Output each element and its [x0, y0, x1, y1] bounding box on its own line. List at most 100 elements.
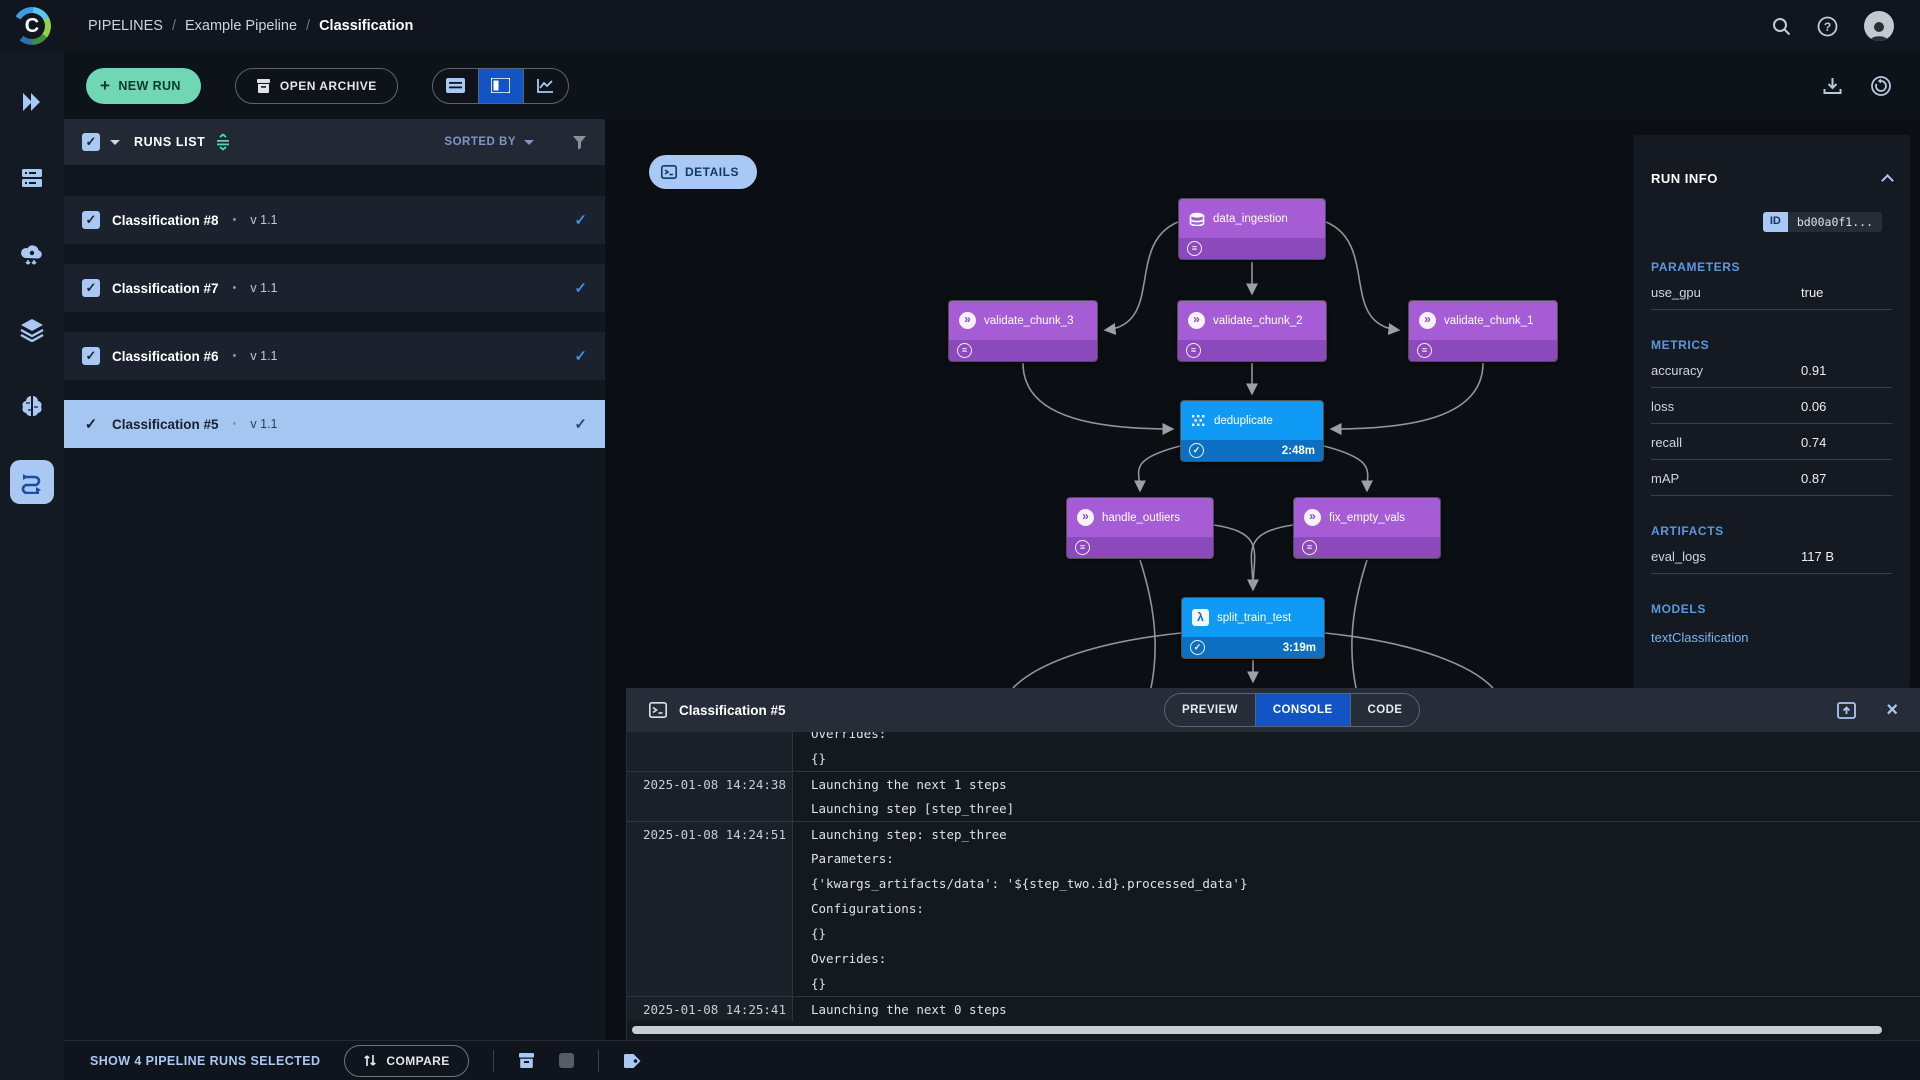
run-name: Classification #6 [112, 349, 219, 364]
log-row: 2025-01-08 14:24:38Launching the next 1 … [627, 771, 1920, 796]
run-row-classification-8[interactable]: ✓ Classification #8 • v 1.1 ✓ [64, 196, 605, 244]
filter-icon[interactable] [572, 135, 587, 150]
tab-code[interactable]: CODE [1350, 694, 1420, 726]
search-icon[interactable] [1772, 17, 1791, 36]
log-row: 2025-01-08 14:25:41Launching the next 0 … [627, 996, 1920, 1021]
tab-console[interactable]: CONSOLE [1255, 694, 1350, 726]
auto-refresh-icon[interactable] [1870, 75, 1892, 97]
split-view-toggle[interactable] [478, 69, 523, 103]
console-header: Classification #5 PREVIEW CONSOLE CODE × [627, 688, 1920, 732]
node-label: deduplicate [1214, 415, 1273, 427]
metrics-view-toggle[interactable] [523, 69, 568, 103]
clearml-logo-icon: C [13, 7, 51, 45]
queued-status-icon: ≡ [1302, 540, 1317, 555]
collapse-panel-icon[interactable] [1881, 174, 1894, 187]
param-value: true [1801, 285, 1823, 300]
log-row: Launching step [step_three] [627, 796, 1920, 821]
run-status-check-icon: ✓ [574, 279, 587, 297]
lambda-function-icon: λ [1192, 609, 1209, 626]
nav-projects-icon[interactable] [10, 80, 54, 124]
nav-models-icon[interactable] [10, 384, 54, 428]
run-selected-check-icon[interactable]: ✓ [82, 415, 100, 433]
user-avatar[interactable] [1864, 11, 1894, 41]
open-archive-button[interactable]: OPEN ARCHIVE [235, 68, 398, 104]
sorted-by-caret-icon [524, 140, 534, 145]
select-all-caret-icon[interactable] [110, 140, 120, 145]
dag-node-validate-chunk-3[interactable]: »validate_chunk_3 ≡ [948, 300, 1098, 362]
run-row-classification-7[interactable]: ✓ Classification #7 • v 1.1 ✓ [64, 264, 605, 312]
svg-text:?: ? [1824, 20, 1831, 34]
selection-footer: SHOW 4 PIPELINE RUNS SELECTED COMPARE [64, 1040, 1920, 1080]
completed-status-icon: ✓ [1190, 640, 1205, 655]
runs-list-header: ✓ RUNS LIST SORTED BY [64, 119, 605, 165]
bullet-separator: • [233, 418, 237, 430]
node-label: validate_chunk_2 [1213, 315, 1303, 327]
abort-selected-icon [559, 1053, 574, 1068]
archive-selected-icon[interactable] [518, 1052, 535, 1069]
table-view-toggle[interactable] [433, 69, 478, 103]
console-log-area[interactable]: Overrides: {} 2025-01-08 14:24:38Launchi… [627, 732, 1920, 1022]
left-nav [0, 52, 64, 1080]
selection-summary[interactable]: SHOW 4 PIPELINE RUNS SELECTED [90, 1054, 320, 1068]
artifact-row: eval_logs 117 B [1651, 538, 1892, 574]
nav-workers-queues-icon[interactable] [10, 156, 54, 200]
metric-row: loss 0.06 [1651, 388, 1892, 424]
chevron-circle-icon: » [1188, 312, 1205, 329]
split-view-icon [491, 78, 510, 93]
metric-value: 0.74 [1801, 435, 1826, 450]
console-panel: Classification #5 PREVIEW CONSOLE CODE ×… [626, 688, 1920, 1040]
dag-node-fix-empty-vals[interactable]: »fix_empty_vals ≡ [1293, 497, 1441, 559]
queued-status-icon: ≡ [957, 343, 972, 358]
help-icon[interactable]: ? [1817, 16, 1838, 37]
run-id-value[interactable]: bd00a0f1... [1788, 212, 1882, 232]
metric-row: accuracy 0.91 [1651, 352, 1892, 388]
compare-button[interactable]: COMPARE [344, 1045, 468, 1077]
run-checkbox[interactable]: ✓ [82, 279, 100, 297]
dag-node-validate-chunk-1[interactable]: »validate_chunk_1 ≡ [1408, 300, 1558, 362]
breadcrumb-pipelines[interactable]: PIPELINES [88, 18, 163, 34]
nav-pipelines-icon[interactable] [10, 460, 54, 504]
dag-node-handle-outliers[interactable]: »handle_outliers ≡ [1066, 497, 1214, 559]
run-name: Classification #8 [112, 213, 219, 228]
metrics-view-icon [536, 78, 555, 94]
tag-icon[interactable] [623, 1053, 642, 1069]
run-name: Classification #5 [112, 417, 219, 432]
dag-node-data-ingestion[interactable]: data_ingestion ≡ [1178, 198, 1326, 260]
log-row: Configurations: [627, 896, 1920, 921]
log-row: Overrides: [627, 732, 1920, 746]
runs-list-panel: ✓ RUNS LIST SORTED BY ✓ Classification #… [64, 119, 605, 1040]
clearml-logo[interactable]: C [0, 0, 64, 52]
dag-node-split-train-test[interactable]: λsplit_train_test ✓3:19m [1181, 597, 1325, 659]
horizontal-scrollbar[interactable] [632, 1026, 1882, 1034]
resize-panel-icon[interactable] [215, 133, 231, 151]
artifact-key: eval_logs [1651, 549, 1801, 564]
divider [493, 1050, 494, 1072]
dag-node-validate-chunk-2[interactable]: »validate_chunk_2 ≡ [1177, 300, 1327, 362]
close-icon[interactable]: × [1886, 700, 1898, 720]
nav-datasets-icon[interactable] [10, 308, 54, 352]
model-link[interactable]: textClassification [1651, 630, 1892, 645]
metric-row: mAP 0.87 [1651, 460, 1892, 496]
metric-key: loss [1651, 399, 1801, 414]
run-row-classification-6[interactable]: ✓ Classification #6 • v 1.1 ✓ [64, 332, 605, 380]
run-checkbox[interactable]: ✓ [82, 211, 100, 229]
runs-list-title: RUNS LIST [134, 135, 205, 149]
download-icon[interactable] [1823, 77, 1842, 95]
run-checkbox[interactable]: ✓ [82, 347, 100, 365]
select-all-checkbox[interactable]: ✓ [82, 133, 100, 151]
dag-node-deduplicate[interactable]: deduplicate ✓2:48m [1180, 400, 1324, 462]
log-row: {'kwargs_artifacts/data': '${step_two.id… [627, 871, 1920, 896]
pipeline-toolbar: + NEW RUN OPEN ARCHIVE [64, 52, 1920, 119]
completed-status-icon: ✓ [1189, 443, 1204, 458]
metrics-section-title: METRICS [1651, 338, 1892, 352]
new-run-button[interactable]: + NEW RUN [86, 68, 201, 104]
sorted-by-dropdown[interactable]: SORTED BY [444, 136, 534, 148]
node-label: validate_chunk_3 [984, 315, 1074, 327]
expand-panel-icon[interactable] [1837, 702, 1856, 719]
queued-status-icon: ≡ [1417, 343, 1432, 358]
breadcrumb-project[interactable]: Example Pipeline [185, 18, 297, 34]
nav-applications-icon[interactable] [10, 232, 54, 276]
tab-preview[interactable]: PREVIEW [1165, 694, 1255, 726]
run-row-classification-5[interactable]: ✓ Classification #5 • v 1.1 ✓ [64, 400, 605, 448]
run-info-title: RUN INFO [1651, 171, 1718, 186]
